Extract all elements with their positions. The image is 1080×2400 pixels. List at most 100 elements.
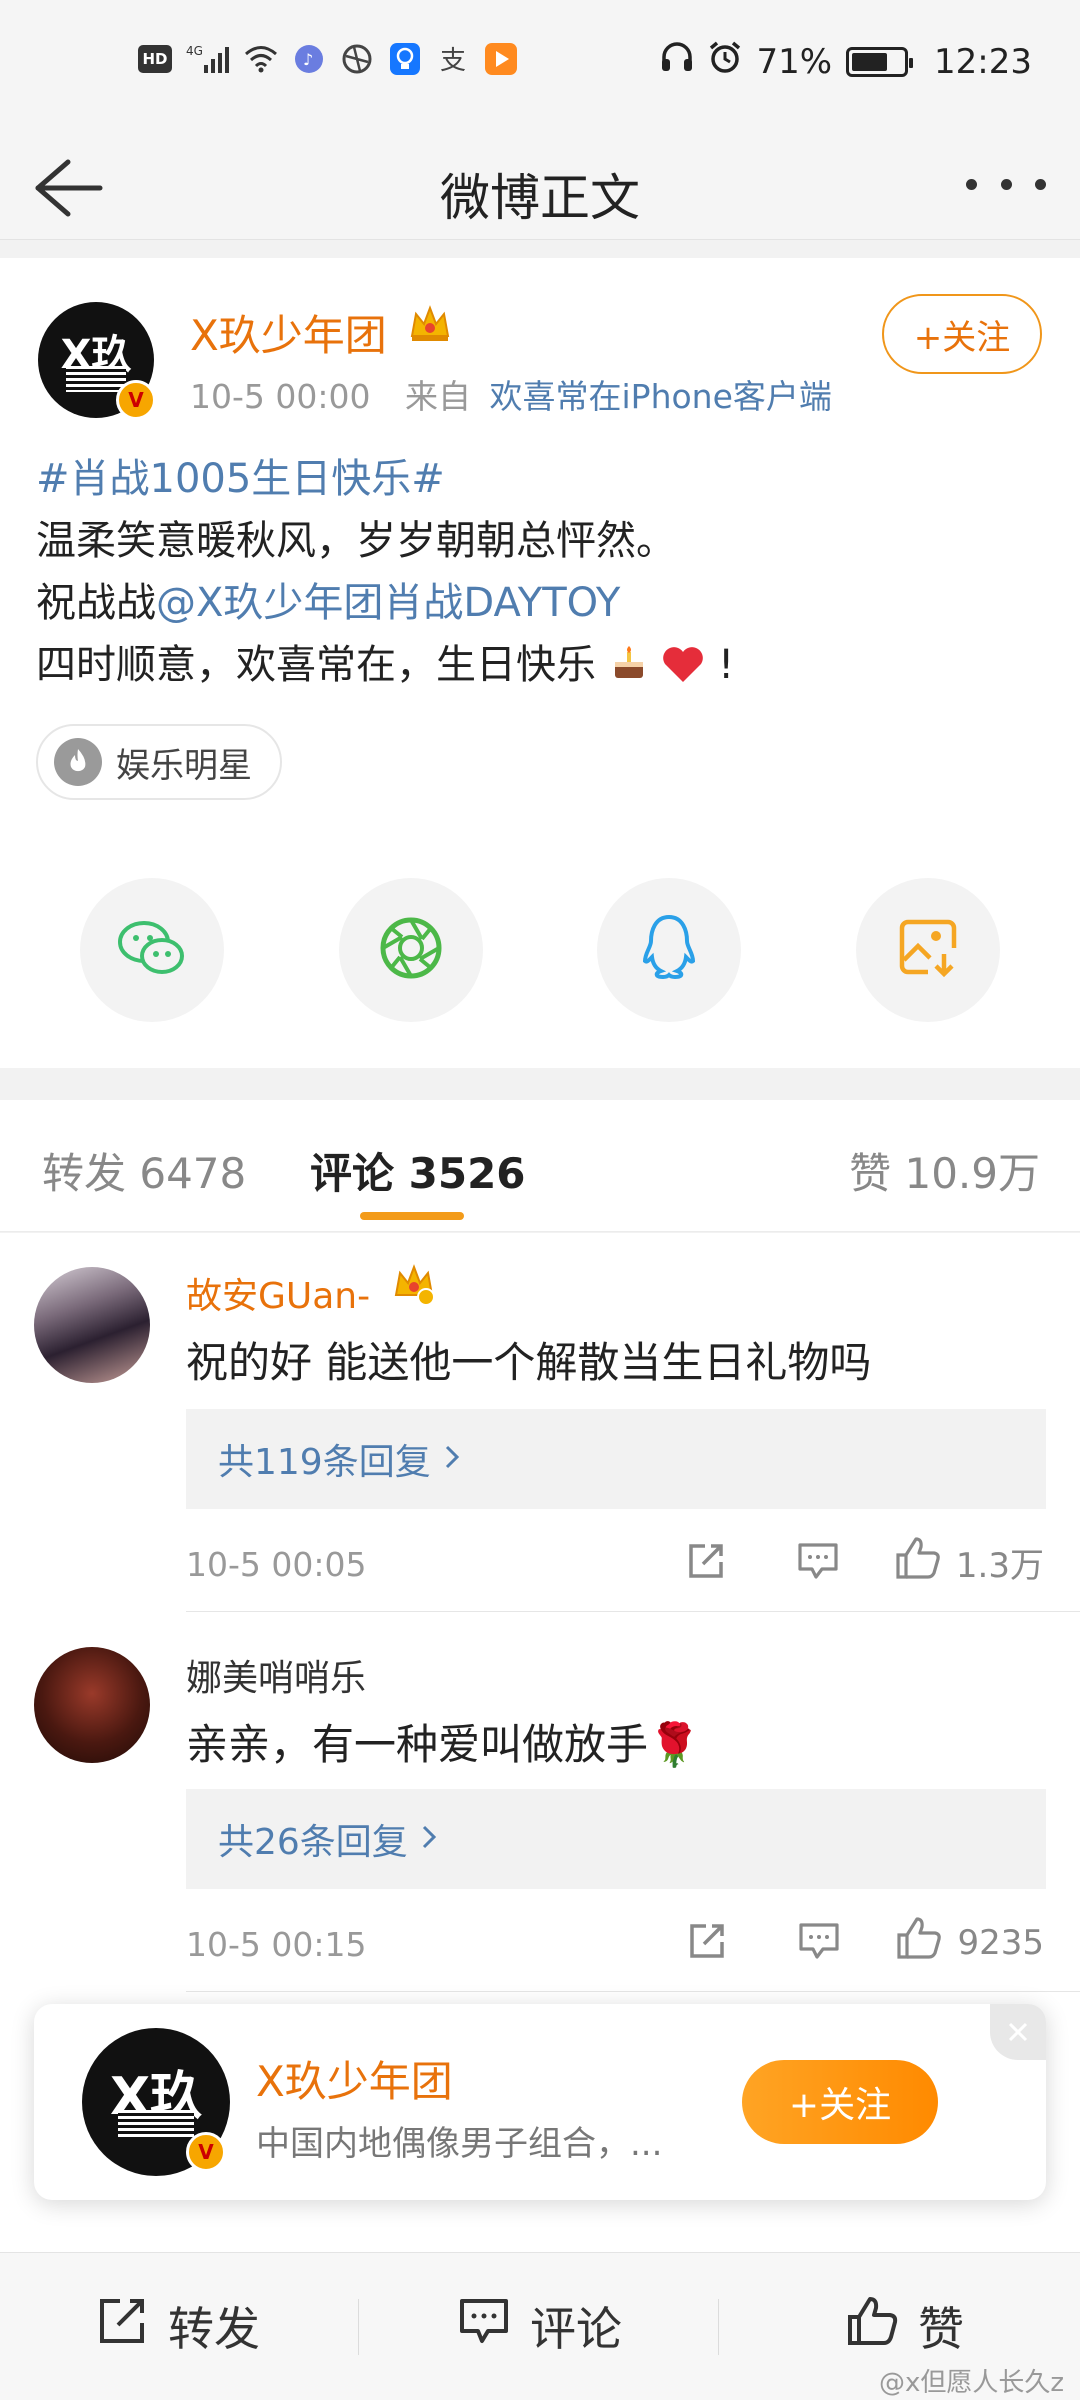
thumbs-up-icon <box>895 1915 943 1970</box>
topic-chip[interactable]: 娱乐明星 <box>36 724 282 800</box>
signal-icon: 4G <box>186 42 230 76</box>
battery-fill <box>852 52 888 71</box>
alarm-icon <box>708 40 742 83</box>
share-icon <box>686 1920 728 1966</box>
thumbs-up-icon <box>894 1535 942 1590</box>
popup-account-description: 中国内地偶像男子组合，... <box>256 2124 663 2164</box>
flame-icon <box>54 738 102 786</box>
comment-divider <box>186 1611 1080 1612</box>
tab-indicator <box>360 1212 464 1220</box>
browser-app-icon <box>340 42 374 76</box>
comment-avatar[interactable] <box>34 1267 150 1383</box>
reply-comment-button[interactable] <box>762 1538 874 1588</box>
hashtag-link[interactable]: #肖战1005生日快乐# <box>36 456 445 502</box>
comment-time: 10-5 00:05 <box>186 1545 367 1584</box>
divider <box>718 2299 719 2355</box>
author-name[interactable]: X玖少年团 <box>190 302 387 363</box>
moments-share-button[interactable] <box>338 878 483 1022</box>
comment-user-name[interactable]: 娜美哨哨乐 <box>186 1649 366 1701</box>
like-button[interactable]: 赞 <box>846 2293 964 2359</box>
comment-time: 10-5 00:15 <box>186 1925 367 1964</box>
source-prefix: 来自 <box>405 377 471 416</box>
comment-replies-link[interactable]: 共119条回复 <box>186 1409 1046 1509</box>
weibo-watermark: @x但愿人长久z <box>878 2368 1064 2398</box>
replies-count: 共26条回复 <box>218 1822 408 1863</box>
comment-icon <box>796 1541 840 1585</box>
mention-link[interactable]: @X玖少年团肖战DAYTOY <box>156 580 620 626</box>
repost-comment-button[interactable] <box>651 1918 763 1968</box>
popup-follow-button[interactable]: +关注 <box>742 2060 938 2144</box>
save-image-icon <box>896 916 960 984</box>
crown-vip-icon <box>392 1263 436 1311</box>
comment-replies-link[interactable]: 共26条回复 <box>186 1789 1046 1889</box>
verified-badge-icon: V <box>116 380 156 420</box>
battery-percent: 71% <box>756 41 833 82</box>
like-label: 赞 <box>918 2302 964 2356</box>
tab-like[interactable]: 赞 10.9万 <box>849 1140 1040 1201</box>
nav-bar: 微博正文 <box>0 130 1080 240</box>
post-meta: 10-5 00:00 来自 欢喜常在iPhone客户端 <box>190 370 832 418</box>
repost-label: 转发 <box>168 2302 260 2356</box>
tab-repost[interactable]: 转发 6478 <box>42 1140 246 1201</box>
comment-button[interactable]: 评论 <box>458 2293 622 2359</box>
network-label: 4G <box>186 44 203 58</box>
video-app-icon <box>484 42 518 76</box>
qq-penguin-icon <box>639 913 699 987</box>
topic-chip-label: 娱乐明星 <box>116 745 252 786</box>
chevron-right-icon <box>443 1439 461 1480</box>
post-line-1: 温柔笑意暖秋风，岁岁朝朝总怦然。 <box>36 518 676 564</box>
more-options-icon[interactable] <box>966 164 1046 204</box>
post-line-2-prefix: 祝战战 <box>36 580 156 626</box>
share-icon <box>685 1540 727 1586</box>
like-comment-button[interactable]: 1.3万 <box>894 1535 1044 1590</box>
like-count: 1.3万 <box>955 1546 1044 1586</box>
comment-text: 亲亲，有一种爱叫做放手🌹 <box>186 1720 701 1769</box>
comment-user-name[interactable]: 故安GUan- <box>186 1267 370 1319</box>
crown-vip-icon <box>408 304 452 353</box>
divider <box>358 2299 359 2355</box>
share-icon <box>96 2295 148 2358</box>
comment-text: 祝的好 能送他一个解散当生日礼物吗 <box>186 1338 872 1387</box>
svg-text:♪: ♪ <box>303 50 313 69</box>
post-source-link[interactable]: 欢喜常在iPhone客户端 <box>490 377 832 416</box>
close-icon[interactable] <box>990 2004 1046 2060</box>
like-comment-button[interactable]: 9235 <box>895 1915 1044 1970</box>
replies-count: 共119条回复 <box>218 1442 431 1483</box>
headphones-icon <box>660 41 694 82</box>
comment-icon <box>458 2297 510 2356</box>
wechat-share-button[interactable] <box>80 878 224 1022</box>
popup-account-name[interactable]: X玖少年团 <box>256 2048 453 2109</box>
repost-comment-button[interactable] <box>650 1538 762 1588</box>
status-right-icons: 71% 12:23 <box>660 40 1032 83</box>
cake-emoji-icon <box>596 642 661 688</box>
hd-icon: HD <box>138 45 172 73</box>
music-app-icon: ♪ <box>292 42 326 76</box>
post-line-3: 四时顺意，欢喜常在，生日快乐 <box>36 642 596 688</box>
clock: 12:23 <box>934 41 1032 82</box>
comment-divider <box>186 1991 1080 1992</box>
follow-suggestion-popup: X玖 V X玖少年团 中国内地偶像男子组合，... +关注 <box>34 2004 1046 2200</box>
repost-button[interactable]: 转发 <box>96 2293 260 2359</box>
comment-avatar[interactable] <box>34 1647 150 1763</box>
comment-actions: 1.3万 <box>650 1535 1044 1590</box>
popup-avatar[interactable]: X玖 V <box>82 2028 230 2176</box>
wifi-icon <box>244 42 278 76</box>
lightbulb-app-icon <box>388 42 422 76</box>
post-tabs: 转发 6478 评论 3526 赞 10.9万 <box>0 1100 1080 1232</box>
author-avatar[interactable]: X玖 V <box>38 302 156 420</box>
follow-button[interactable]: +关注 <box>882 294 1042 374</box>
qq-share-button[interactable] <box>597 878 742 1022</box>
save-image-button[interactable] <box>855 878 1000 1022</box>
thumbs-up-icon <box>846 2295 898 2358</box>
svg-text:支: 支 <box>440 46 466 74</box>
moments-aperture-icon <box>378 915 444 985</box>
post-time: 10-5 00:00 <box>190 377 371 416</box>
post-line-3-suffix: ! <box>718 642 735 688</box>
tab-comment[interactable]: 评论 3526 <box>310 1140 526 1201</box>
post-card: X玖 V X玖少年团 10-5 00:00 来自 欢喜常在iPhone客户端 +… <box>0 258 1080 1068</box>
like-count: 9235 <box>957 1922 1044 1963</box>
wechat-icon <box>116 918 188 982</box>
share-row <box>80 878 1000 1022</box>
post-text: #肖战1005生日快乐# 温柔笑意暖秋风，岁岁朝朝总怦然。 祝战战@X玖少年团肖… <box>36 448 1036 696</box>
reply-comment-button[interactable] <box>763 1918 875 1968</box>
